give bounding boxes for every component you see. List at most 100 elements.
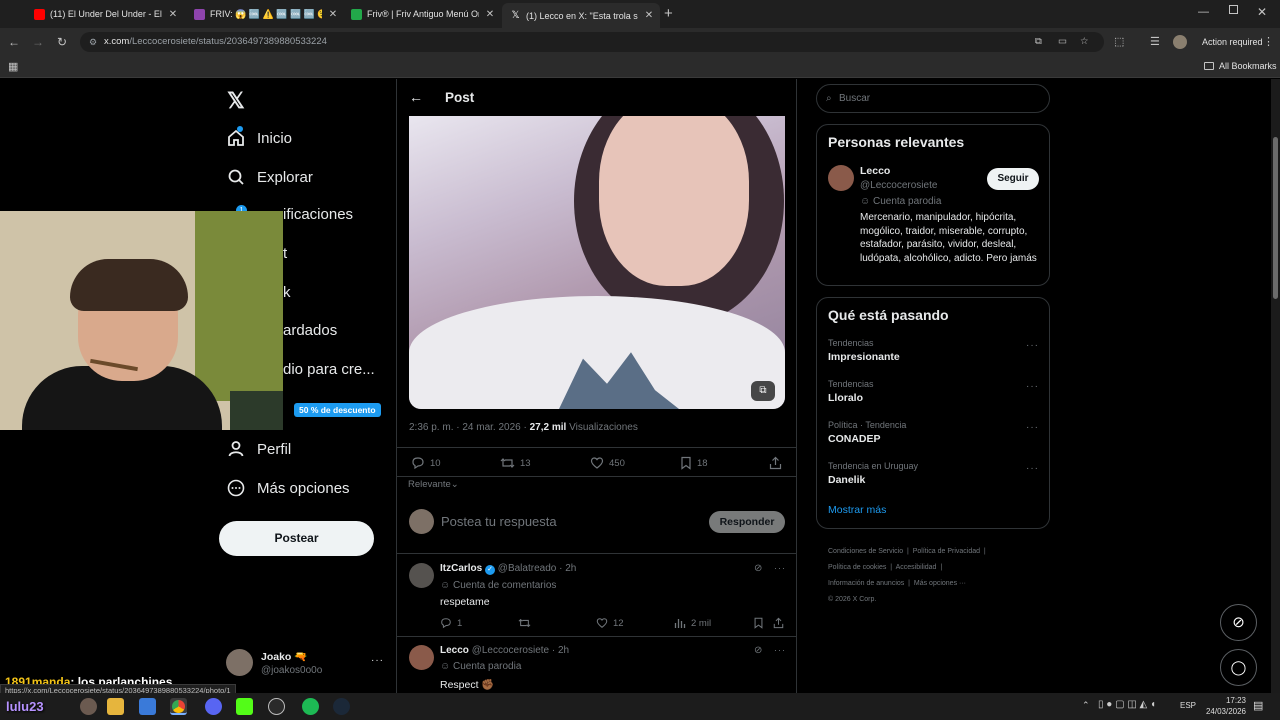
sidebar-item-guardados[interactable]: ardados: [283, 322, 337, 339]
action-required-button[interactable]: Action required: [1202, 37, 1263, 47]
tray-chevron-icon[interactable]: ⌃: [1082, 700, 1090, 711]
new-tab-icon[interactable]: +: [664, 5, 673, 22]
account-avatar[interactable]: [226, 649, 253, 676]
chrome-icon[interactable]: [170, 698, 187, 715]
file-explorer-icon[interactable]: [107, 698, 124, 715]
close-tab-icon[interactable]: ✕: [168, 9, 178, 20]
comment-reply-action[interactable]: 1: [440, 617, 462, 629]
trend-menu-icon[interactable]: ···: [1026, 463, 1039, 474]
menu-icon[interactable]: ⋮: [1263, 35, 1274, 48]
discord-icon[interactable]: [205, 698, 222, 715]
browser-tab-active[interactable]: 𝕏 (1) Lecco en X: "Esta trola salía con …: [502, 3, 660, 28]
comment-share-action[interactable]: [773, 617, 789, 629]
cast-icon[interactable]: ▭: [1058, 32, 1067, 52]
apps-grid-icon[interactable]: ▦: [8, 60, 18, 73]
media-icon[interactable]: ☰: [1150, 35, 1160, 48]
footer-link[interactable]: Política de Privacidad: [913, 548, 980, 555]
obs-icon[interactable]: [268, 698, 285, 715]
comment-views-action[interactable]: 2 mil: [674, 617, 711, 629]
notifications-icon[interactable]: ▤: [1253, 699, 1263, 712]
store-icon[interactable]: [139, 698, 156, 715]
sidebar-item-estudio[interactable]: dio para cre...: [283, 361, 375, 378]
like-action[interactable]: 450: [590, 456, 625, 470]
address-bar[interactable]: ⚙ x.com/Leccocerosiete/status/2036497389…: [80, 32, 1104, 52]
search-input[interactable]: ⌕ Buscar: [816, 84, 1050, 113]
trend-item[interactable]: Política · Tendencia CONADEP: [828, 420, 1038, 445]
sort-dropdown[interactable]: Relevante⌄: [408, 479, 459, 490]
comment-menu-icon[interactable]: ···: [774, 563, 786, 573]
comment-avatar[interactable]: [409, 563, 434, 588]
browser-tab[interactable]: Friv® | Friv Antiguo Menú Original ✕: [343, 4, 498, 24]
footer-link[interactable]: Condiciones de Servicio: [828, 548, 903, 555]
trend-item[interactable]: Tendencias Lloralo: [828, 379, 1038, 404]
forward-icon[interactable]: →: [31, 35, 45, 49]
reload-icon[interactable]: ↻: [55, 35, 69, 49]
back-arrow-icon[interactable]: ←: [409, 89, 423, 105]
footer-link[interactable]: Política de cookies: [828, 564, 886, 571]
profile-avatar[interactable]: [1173, 35, 1187, 49]
language-indicator[interactable]: ESP: [1180, 701, 1196, 710]
image-edit-icon[interactable]: ⧉: [751, 381, 775, 401]
sidebar-item-perfil[interactable]: Perfil: [226, 439, 291, 459]
sidebar-item-grok[interactable]: k: [283, 284, 291, 301]
steam-icon[interactable]: [333, 698, 350, 715]
browser-tab[interactable]: FRIV: 😱 🆒 ⚠️ 🆒 🆒 🆒 😉 ✕: [186, 4, 341, 24]
account-menu-icon[interactable]: ···: [371, 655, 384, 666]
sidebar-item-chat[interactable]: t: [283, 245, 287, 262]
grok-floating-button[interactable]: ⊘: [1220, 604, 1257, 641]
page-scrollbar[interactable]: [1271, 79, 1280, 693]
close-window-icon[interactable]: ✕: [1257, 5, 1267, 19]
person-name[interactable]: Lecco: [860, 165, 890, 177]
trend-menu-icon[interactable]: ···: [1026, 340, 1039, 351]
x-logo-icon[interactable]: 𝕏: [227, 88, 245, 114]
maximize-icon[interactable]: [1229, 5, 1238, 14]
trend-menu-icon[interactable]: ···: [1026, 381, 1039, 392]
comment-author[interactable]: Lecco: [440, 645, 469, 656]
footer-link[interactable]: Accesibilidad: [896, 564, 937, 571]
discount-badge[interactable]: 50 % de descuento: [294, 403, 381, 417]
comment-repost-action[interactable]: [518, 617, 536, 629]
person-avatar[interactable]: [828, 165, 854, 191]
site-info-icon[interactable]: ⚙: [89, 32, 97, 52]
messages-floating-button[interactable]: ◯: [1220, 649, 1257, 686]
reply-input[interactable]: Postea tu respuesta: [441, 514, 557, 529]
close-tab-icon[interactable]: ✕: [485, 9, 495, 20]
comment-avatar[interactable]: [409, 645, 434, 670]
reply-submit-button[interactable]: Responder: [709, 511, 785, 533]
translate-icon[interactable]: ⧉: [1035, 32, 1042, 52]
all-bookmarks-button[interactable]: All Bookmarks: [1204, 61, 1277, 71]
bookmark-action[interactable]: 18: [680, 456, 708, 470]
browser-tab[interactable]: (11) El Under Del Under - ElBrian ✕: [26, 4, 181, 24]
close-tab-icon[interactable]: ✕: [644, 10, 654, 21]
footer-link[interactable]: Información de anuncios: [828, 580, 904, 587]
spotify-icon[interactable]: [302, 698, 319, 715]
grok-icon[interactable]: ⊘: [754, 645, 762, 656]
footer-link[interactable]: Más opciones ···: [914, 580, 966, 587]
back-icon[interactable]: ←: [7, 35, 21, 49]
trend-menu-icon[interactable]: ···: [1026, 422, 1039, 433]
clock[interactable]: 17:23 24/03/2026: [1202, 695, 1246, 717]
grok-icon[interactable]: ⊘: [754, 563, 762, 574]
close-tab-icon[interactable]: ✕: [328, 9, 338, 20]
minimize-icon[interactable]: —: [1198, 6, 1209, 18]
reply-action[interactable]: 10: [411, 456, 441, 470]
tray-icons[interactable]: ▯ ● ▢ ◫ ◭ ◖: [1098, 699, 1156, 710]
sidebar-item-explorar[interactable]: Explorar: [226, 167, 313, 187]
comment-menu-icon[interactable]: ···: [774, 645, 786, 655]
comment-author[interactable]: ItzCarlos: [440, 563, 482, 574]
sidebar-item-inicio[interactable]: Inicio: [226, 126, 292, 148]
sidebar-item-mas-opciones[interactable]: Más opciones: [226, 478, 350, 498]
repost-action[interactable]: 13: [500, 456, 531, 470]
scrollbar-thumb[interactable]: [1273, 137, 1278, 299]
trend-item[interactable]: Tendencias Impresionante: [828, 338, 1038, 363]
extensions-icon[interactable]: ⬚: [1114, 35, 1124, 48]
post-button[interactable]: Postear: [219, 521, 374, 556]
post-photo[interactable]: ⧉: [409, 116, 785, 409]
comment-like-action[interactable]: 12: [596, 617, 624, 629]
follow-button[interactable]: Seguir: [987, 168, 1039, 190]
sidebar-item-notificaciones[interactable]: ificaciones: [283, 206, 353, 223]
bookmark-star-icon[interactable]: ☆: [1080, 32, 1089, 52]
kick-icon[interactable]: [236, 698, 253, 715]
share-action[interactable]: [769, 456, 787, 470]
comment-bookmark-action[interactable]: [753, 617, 769, 629]
